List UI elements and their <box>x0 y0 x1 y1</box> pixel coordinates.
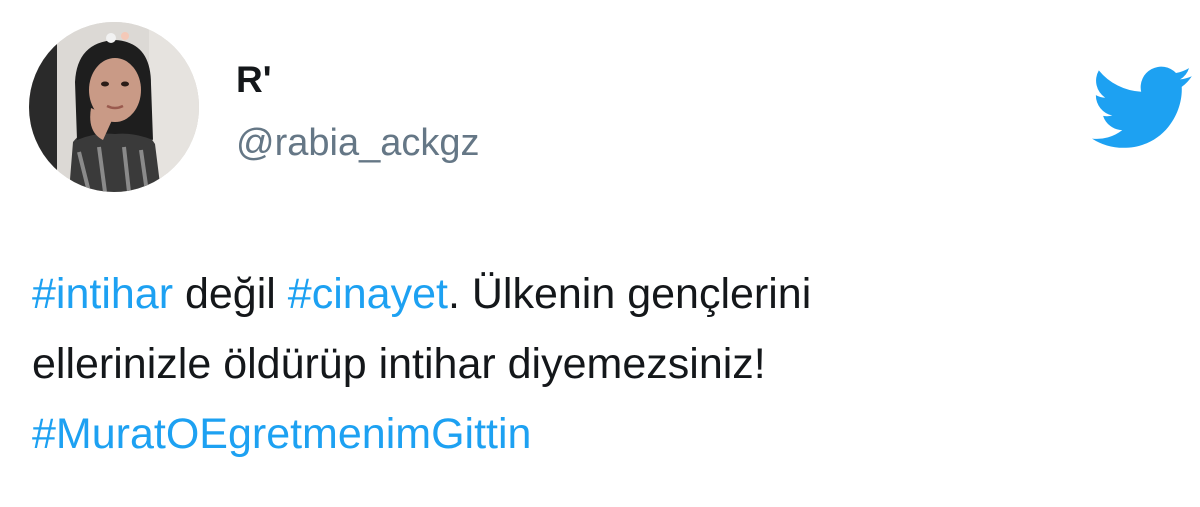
display-name[interactable]: R' <box>236 58 272 102</box>
tweet-card: R' @rabia_ackgz #intihar değil #cinayet.… <box>0 0 1200 507</box>
hashtag-intihar[interactable]: #intihar <box>32 270 173 318</box>
hashtag-cinayet[interactable]: #cinayet <box>288 270 448 318</box>
avatar[interactable] <box>29 22 199 192</box>
tweet-text-segment: değil <box>173 270 288 318</box>
tweet-text-segment: . Ülkenin gençlerini <box>447 270 812 318</box>
tweet-text: #intihar değil #cinayet. Ülkenin gençler… <box>32 259 1172 469</box>
tweet-line-1: #intihar değil #cinayet. Ülkenin gençler… <box>32 259 1172 329</box>
avatar-photo <box>29 22 199 192</box>
twitter-bird-icon <box>1092 66 1192 150</box>
hashtag-muratoegretmenimgittin[interactable]: #MuratOEgretmenimGittin <box>32 410 531 458</box>
tweet-line-2: ellerinizle öldürüp intihar diyemezsiniz… <box>32 340 766 388</box>
tweet-line-3: #MuratOEgretmenimGittin <box>32 399 1172 469</box>
user-handle[interactable]: @rabia_ackgz <box>236 120 479 166</box>
